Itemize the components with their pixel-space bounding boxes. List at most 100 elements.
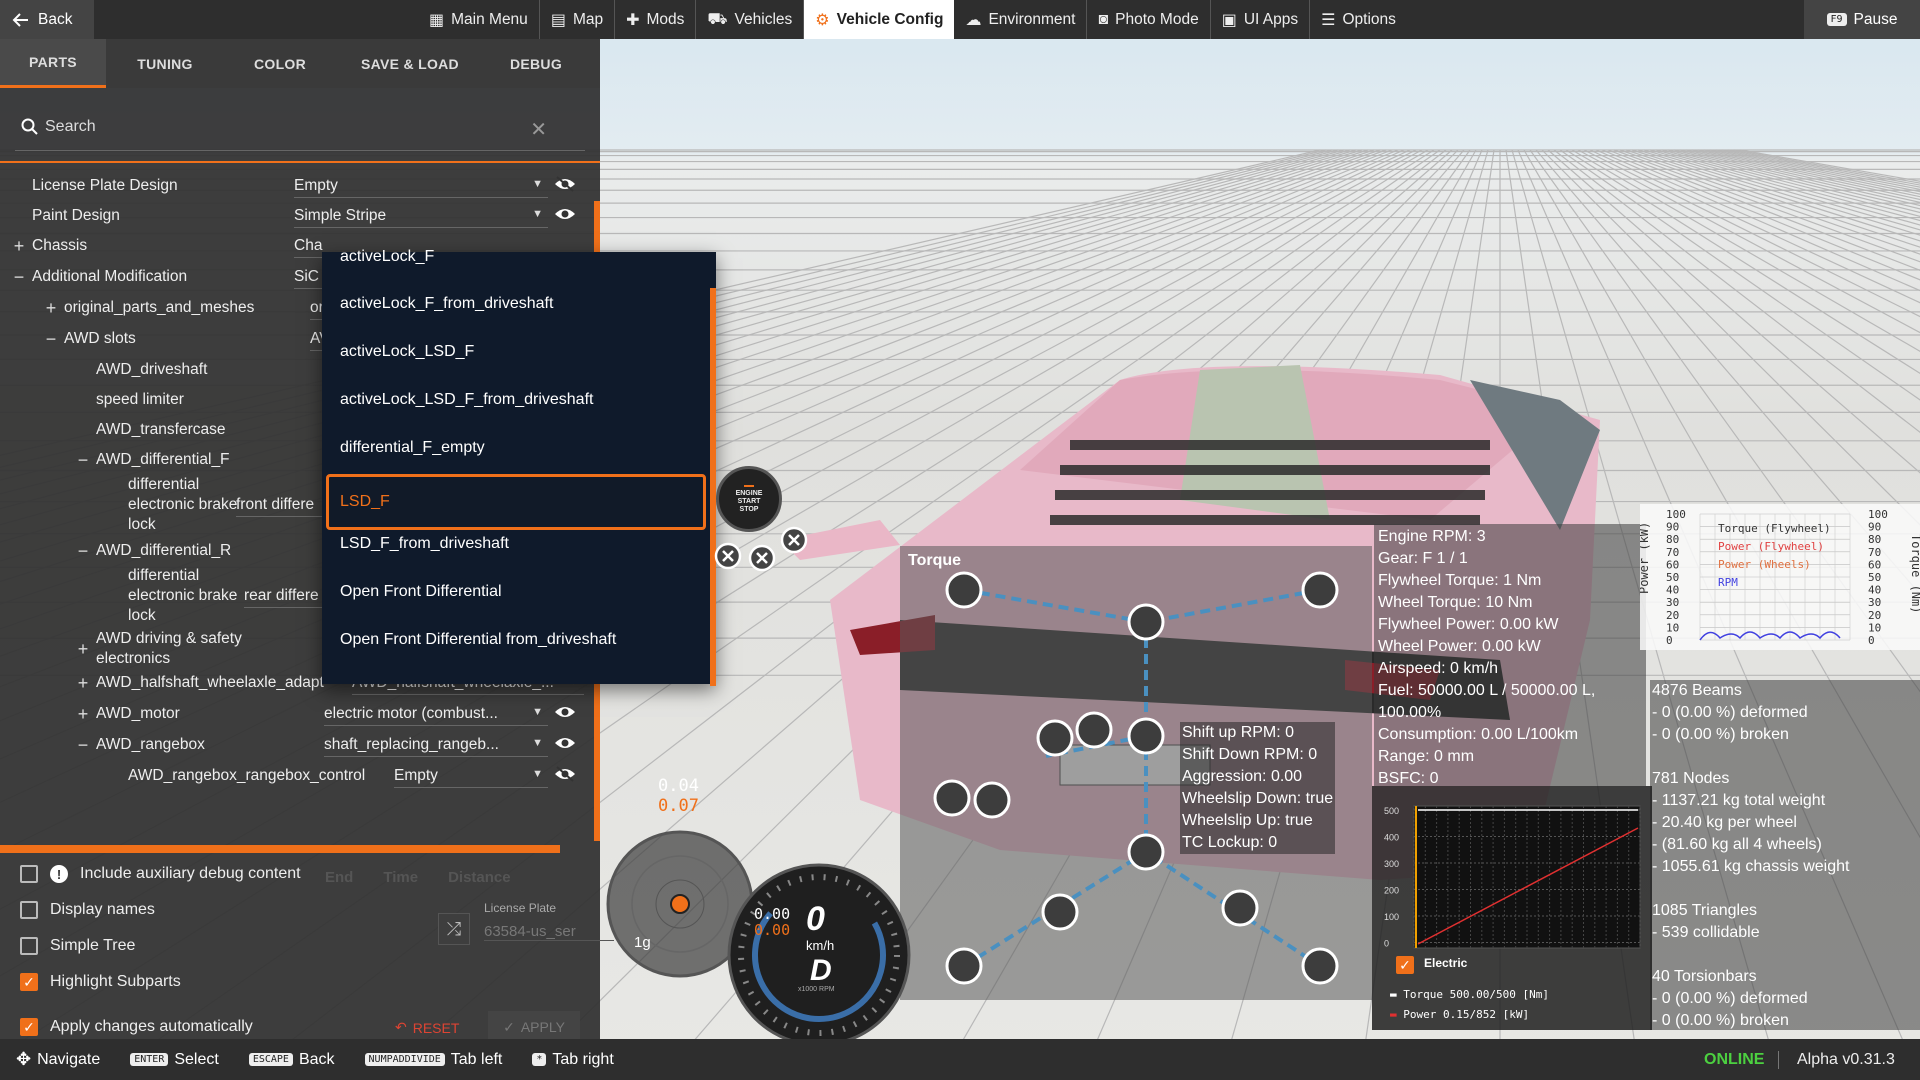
part-select[interactable]: Empty ▼ (394, 764, 548, 788)
eye-icon[interactable] (554, 704, 576, 720)
option-label: Display names (50, 901, 155, 918)
apply-label: APPLY (520, 1019, 565, 1035)
engine-info-line: Wheel Torque: 10 Nm (1378, 594, 1533, 611)
dropdown-option[interactable]: LSD_F_from_driveshaft (340, 535, 509, 553)
eye-icon[interactable] (554, 735, 576, 751)
expand-icon[interactable]: + (76, 673, 90, 694)
stat-line: - 539 collidable (1652, 924, 1760, 941)
license-plate-input[interactable]: 63584-us_ser (484, 923, 614, 941)
left-tick: 60 (1666, 558, 1679, 571)
tree-row-label: AWD_motor (96, 705, 180, 722)
option-simple-tree[interactable]: Simple Tree (20, 937, 135, 955)
dropdown-scrollbar[interactable] (710, 288, 716, 686)
dropdown-option[interactable]: Open Front Differential from_driveshaft (340, 631, 616, 649)
engine-start-stop-button[interactable]: ENGINE START STOP (716, 466, 782, 532)
collapse-icon[interactable]: − (76, 735, 90, 756)
tree-row-label: AWD_differential_F (96, 451, 230, 468)
tab-debug[interactable]: DEBUG (484, 39, 588, 88)
option-label: Simple Tree (50, 937, 136, 954)
expand-icon[interactable]: + (44, 298, 58, 319)
expand-icon[interactable]: + (76, 639, 90, 660)
dropdown-option[interactable]: activeLock_F_from_driveshaft (340, 295, 553, 313)
dropdown-option[interactable]: activeLock_F (340, 248, 434, 266)
electric-graph-canvas: 500 400 300 200 100 0 (1384, 805, 1641, 949)
part-select[interactable]: shaft_replacing_rangeb... ▼ (324, 733, 548, 757)
collapse-icon[interactable]: − (12, 267, 26, 288)
y-tick: 0 (1384, 939, 1389, 949)
search-input[interactable]: Search ✕ (15, 103, 585, 151)
back-button[interactable]: Back (0, 0, 94, 39)
stat-line (1652, 944, 1918, 966)
tab-environment[interactable]: ☁ Environment (954, 0, 1088, 39)
dropdown-option[interactable]: activeLock_LSD_F (340, 343, 474, 361)
tree-row-label: original_parts_and_meshes (64, 299, 255, 316)
dropdown-option[interactable]: Open Front Differential (340, 583, 502, 601)
tab-ui-apps[interactable]: ▣ UI Apps (1211, 0, 1311, 39)
engine-label: ENGINE (735, 489, 763, 497)
tab-color[interactable]: COLOR (224, 39, 336, 88)
tree-row[interactable]: AWD_rangebox_rangebox_control Empty ▼ (0, 763, 590, 789)
dropdown-option[interactable]: activeLock_LSD_F_from_driveshaft (340, 391, 593, 409)
option-checkbox[interactable] (20, 865, 38, 883)
right-tick: 40 (1868, 584, 1881, 597)
eye-off-icon[interactable] (554, 176, 576, 192)
left-tick: 20 (1666, 609, 1679, 622)
tab-vehicles[interactable]: ⛟ Vehicles (696, 0, 805, 39)
part-select-value: Simple Stripe (294, 207, 387, 224)
tab-vehicle-config[interactable]: ⚙ Vehicle Config (804, 0, 955, 39)
option-display-names[interactable]: Display names (20, 901, 155, 919)
reset-label: RESET (412, 1019, 460, 1036)
eye-off-icon[interactable] (554, 766, 576, 782)
option-checkbox[interactable] (20, 973, 38, 991)
option-apply-changes-automatically[interactable]: Apply changes automatically (20, 1018, 253, 1036)
tab-label: Environment (988, 10, 1076, 28)
collapse-icon[interactable]: − (44, 329, 58, 350)
dropdown-option[interactable]: differential_F_empty (340, 439, 485, 457)
hint-label: Tab left (450, 1050, 503, 1068)
search-placeholder: Search (45, 117, 96, 135)
tab-map[interactable]: ▤ Map (540, 0, 616, 39)
stat-line: 40 Torsionbars (1652, 968, 1757, 985)
expand-icon[interactable]: + (12, 236, 26, 257)
option-checkbox[interactable] (20, 1018, 38, 1036)
eye-icon[interactable] (554, 206, 576, 222)
tab-parts[interactable]: PARTS (0, 39, 106, 88)
part-select[interactable]: Empty ▼ (294, 174, 548, 198)
tree-row[interactable]: − AWD_rangebox shaft_replacing_rangeb... ▼ (0, 732, 590, 758)
collapse-icon[interactable]: − (76, 541, 90, 562)
tab-mods[interactable]: ✚ Mods (615, 0, 697, 39)
tab-main-menu[interactable]: ▦ Main Menu (418, 0, 540, 39)
speedo-small-2: 0.00 (754, 921, 791, 939)
tab-tuning[interactable]: TUNING (106, 39, 224, 88)
tab-save-load[interactable]: SAVE & LOAD (336, 39, 484, 88)
info-icon: ! (50, 865, 68, 883)
legend-power: ▬ Power 0.15/852 [kW] (1390, 1008, 1530, 1021)
tree-row-label: speed limiter (96, 391, 184, 408)
randomize-plate-button[interactable]: ⤮ (438, 913, 470, 945)
tree-row[interactable]: License Plate Design Empty ▼ (0, 173, 590, 199)
electric-checkbox[interactable] (1396, 956, 1414, 974)
collapse-icon[interactable]: − (76, 450, 90, 471)
legend-entry: Torque (Flywheel) (1718, 522, 1831, 535)
part-select[interactable]: electric motor (combust... ▼ (324, 702, 548, 726)
option-include-auxiliary-debug-content[interactable]: ! Include auxiliary debug content (20, 865, 301, 883)
option-highlight-subparts[interactable]: Highlight Subparts (20, 973, 181, 991)
tree-row[interactable]: + AWD_motor electric motor (combust... ▼ (0, 701, 590, 727)
stat-line: - 1055.61 kg chassis weight (1652, 858, 1850, 875)
pause-button[interactable]: F9 Pause (1804, 0, 1920, 39)
right-tick: 50 (1868, 571, 1881, 584)
part-select[interactable]: Simple Stripe ▼ (294, 204, 548, 228)
dropdown-option[interactable]: LSD_F (326, 474, 706, 530)
tab-photo-mode[interactable]: ◙ Photo Mode (1087, 0, 1211, 39)
part-dropdown-list[interactable]: activeLock_F activeLock_F_from_driveshaft… (322, 248, 716, 686)
option-checkbox[interactable] (20, 937, 38, 955)
gforce-lateral: 0.04 (658, 776, 699, 796)
expand-icon[interactable]: + (76, 704, 90, 725)
reset-button[interactable]: ↶ RESET (395, 1019, 459, 1036)
tree-row[interactable]: Paint Design Simple Stripe ▼ (0, 203, 590, 229)
tree-row-label: differential electronic brake lock (128, 567, 238, 624)
tab-options[interactable]: ☰ Options (1310, 0, 1407, 39)
shift-info-line: Wheelslip Down: true (1180, 788, 1336, 810)
option-checkbox[interactable] (20, 901, 38, 919)
clear-search-icon[interactable]: ✕ (530, 117, 547, 142)
